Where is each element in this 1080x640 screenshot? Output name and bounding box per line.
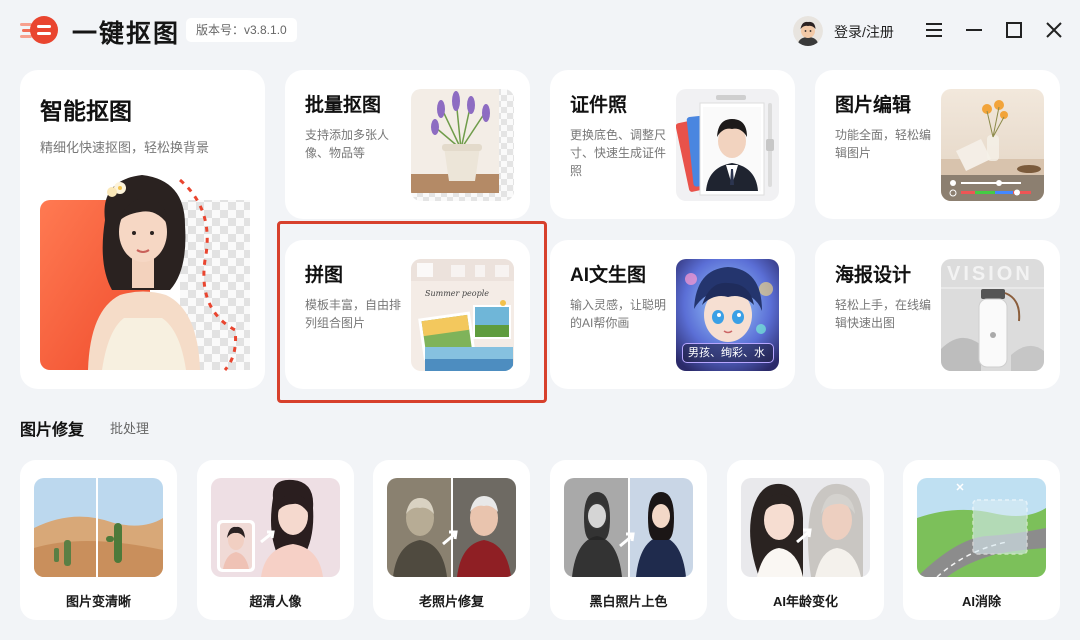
card-desc: 模板丰富，自由排列组合图片 bbox=[305, 298, 402, 330]
collage-thumb-caption: Summer people bbox=[425, 289, 489, 298]
tool-image-sharpen[interactable]: 图片变清晰 bbox=[20, 460, 177, 620]
tool-label: AI消除 bbox=[961, 594, 1001, 609]
card-title: 拼图 bbox=[305, 265, 344, 286]
card-id-photo[interactable]: 证件照 更换底色、调整尺寸、快速生成证件照 bbox=[550, 70, 795, 219]
minimize-icon[interactable] bbox=[962, 18, 986, 42]
tool-old-photo-repair[interactable]: 老照片修复 bbox=[373, 460, 530, 620]
card-title: 证件照 bbox=[570, 95, 628, 116]
card-title: 批量抠图 bbox=[305, 95, 382, 116]
menu-icon[interactable] bbox=[922, 18, 946, 42]
old-photo-image bbox=[387, 478, 516, 577]
colorize-photo-image bbox=[564, 478, 693, 577]
card-desc: 输入灵感，让聪明的AI帮你画 bbox=[570, 298, 667, 330]
card-collage[interactable]: 拼图 模板丰富，自由排列组合图片 Summer people bbox=[285, 240, 530, 389]
card-desc: 更换底色、调整尺寸、快速生成证件照 bbox=[570, 128, 667, 178]
batch-process-link[interactable]: 批处理 bbox=[110, 418, 149, 437]
user-avatar[interactable] bbox=[793, 16, 823, 46]
card-desc: 支持添加多张人像、物品等 bbox=[305, 128, 390, 160]
tool-label: 图片变清晰 bbox=[65, 594, 131, 609]
section-title-repair: 图片修复 bbox=[20, 422, 85, 439]
card-image-edit[interactable]: 图片编辑 功能全面，轻松编辑图片 bbox=[815, 70, 1060, 219]
app-title: 一键抠图 bbox=[72, 20, 181, 48]
tool-label: 黑白照片上色 bbox=[589, 594, 668, 609]
card-poster-design[interactable]: 海报设计 轻松上手，在线编辑快速出图 VISION bbox=[815, 240, 1060, 389]
card-smart-cutout[interactable]: 智能抠图 精细化快速抠图，轻松换背景 bbox=[20, 70, 265, 389]
title-bar: 一键抠图 版本号：v3.8.1.0 登录/注册 bbox=[0, 0, 1080, 62]
tool-colorize[interactable]: 黑白照片上色 bbox=[550, 460, 707, 620]
login-register-link[interactable]: 登录/注册 bbox=[834, 22, 894, 42]
app-logo-icon bbox=[20, 14, 60, 46]
close-icon[interactable] bbox=[1042, 18, 1066, 42]
tool-label: AI年龄变化 bbox=[772, 594, 838, 609]
portrait-cutout-image bbox=[20, 170, 265, 389]
ai-erase-image bbox=[917, 478, 1046, 577]
card-desc: 功能全面，轻松编辑图片 bbox=[835, 128, 932, 160]
prompt-chip: 男孩、绚彩、水 bbox=[682, 343, 774, 363]
desert-cactus-image bbox=[34, 478, 163, 577]
lavender-pot-image bbox=[411, 89, 514, 201]
tool-label: 超清人像 bbox=[249, 594, 302, 609]
tool-ai-age-change[interactable]: AI年龄变化 bbox=[727, 460, 884, 620]
id-photo-image bbox=[676, 89, 779, 201]
flower-vase-image bbox=[941, 89, 1044, 201]
tool-ai-erase[interactable]: AI消除 bbox=[903, 460, 1060, 620]
card-title: 图片编辑 bbox=[835, 95, 912, 116]
card-title: 海报设计 bbox=[835, 265, 912, 286]
card-batch-cutout[interactable]: 批量抠图 支持添加多张人像、物品等 bbox=[285, 70, 530, 219]
age-change-image bbox=[741, 478, 870, 577]
card-title: 智能抠图 bbox=[40, 98, 132, 124]
card-ai-text-to-image[interactable]: AI文生图 输入灵感，让聪明的AI帮你画 男孩、绚彩、水 bbox=[550, 240, 795, 389]
version-badge: 版本号：v3.8.1.0 bbox=[186, 18, 297, 42]
collage-template-image: Summer people bbox=[411, 259, 514, 371]
card-title: AI文生图 bbox=[570, 265, 647, 286]
maximize-icon[interactable] bbox=[1002, 18, 1026, 42]
hd-portrait-image bbox=[211, 478, 340, 577]
poster-bottle-image: VISION bbox=[941, 259, 1044, 371]
tool-hd-portrait[interactable]: 超清人像 bbox=[197, 460, 354, 620]
card-desc: 轻松上手，在线编辑快速出图 bbox=[835, 298, 932, 330]
anime-boy-image: 男孩、绚彩、水 bbox=[676, 259, 779, 371]
tool-label: 老照片修复 bbox=[418, 594, 484, 609]
card-desc: 精细化快速抠图，轻松换背景 bbox=[40, 140, 210, 155]
